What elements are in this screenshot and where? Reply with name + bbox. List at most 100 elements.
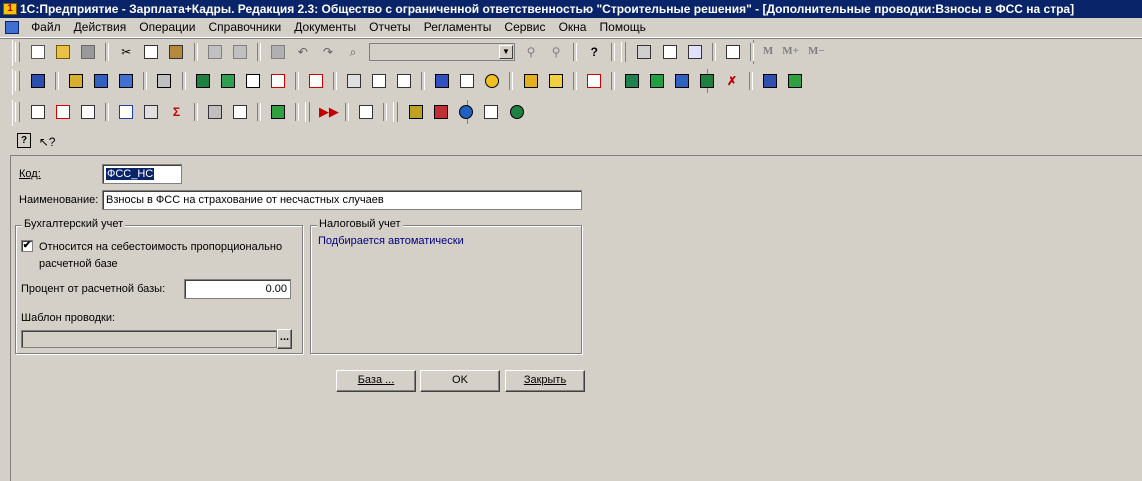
cost-proportional-checkbox[interactable]: ✔ — [21, 240, 33, 252]
person-glasses-icon[interactable] — [483, 72, 501, 90]
toolbar-grip[interactable] — [304, 102, 310, 122]
add-green-icon[interactable] — [648, 72, 666, 90]
list-icon[interactable] — [458, 72, 476, 90]
tools-red-icon[interactable] — [432, 103, 450, 121]
separator — [611, 43, 616, 61]
undo-icon[interactable]: ↶ — [294, 43, 312, 61]
report-page-icon[interactable] — [29, 103, 47, 121]
find-prev-icon[interactable]: ⚲ — [547, 43, 565, 61]
percent-label: Процент от расчетной базы: — [21, 283, 166, 295]
remove-red-icon[interactable]: ✗ — [723, 72, 741, 90]
dismissal-icon[interactable] — [269, 72, 287, 90]
toolbar-grip[interactable] — [621, 42, 627, 62]
edit-document-icon[interactable] — [357, 103, 375, 121]
ok-button[interactable]: OK — [420, 370, 500, 392]
toolbar-standard: ✂ ↶ ↷ ⌕ ▼ ⚲ ⚲ ? M M+ M− — [12, 40, 825, 66]
calendar-icon[interactable] — [661, 43, 679, 61]
sigma-report-icon[interactable]: Σ — [167, 103, 185, 121]
find-next-icon[interactable]: ⚲ — [522, 43, 540, 61]
menu-catalogs[interactable]: Справочники — [203, 18, 286, 37]
table-report-icon[interactable] — [54, 103, 72, 121]
new-document-icon[interactable] — [29, 43, 47, 61]
copy-icon[interactable] — [142, 43, 160, 61]
help-icon[interactable]: ? — [585, 43, 603, 61]
schedule-icon[interactable] — [244, 72, 262, 90]
employees-icon[interactable] — [29, 72, 47, 90]
code-field[interactable]: ФСС_НС — [102, 164, 182, 184]
eraser-icon[interactable] — [761, 72, 779, 90]
table-settings-icon[interactable] — [482, 103, 500, 121]
menu-file[interactable]: Файл — [26, 18, 66, 37]
memory-store-icon[interactable]: M — [763, 45, 773, 57]
book-icon[interactable] — [724, 43, 742, 61]
close-button[interactable]: Закрыть — [505, 370, 585, 392]
journal-icon[interactable] — [433, 72, 451, 90]
menu-help[interactable]: Помощь — [595, 18, 651, 37]
books-stack-icon[interactable] — [269, 103, 287, 121]
individuals-icon[interactable] — [92, 72, 110, 90]
chart-report-icon[interactable] — [79, 103, 97, 121]
pencil-icon[interactable] — [345, 72, 363, 90]
search-combobox[interactable]: ▼ — [369, 43, 515, 61]
menu-windows[interactable]: Окна — [554, 18, 592, 37]
find-icon[interactable]: ⌕ — [344, 43, 362, 61]
menu-reports[interactable]: Отчеты — [364, 18, 415, 37]
books-icon[interactable] — [623, 72, 641, 90]
percent-field[interactable]: 0.00 — [184, 279, 291, 299]
hire-icon[interactable] — [194, 72, 212, 90]
context-help-icon[interactable]: ↖? — [38, 133, 56, 151]
tools-icon[interactable] — [155, 72, 173, 90]
menu-actions[interactable]: Действия — [69, 18, 132, 37]
payment-icon[interactable] — [547, 72, 565, 90]
toolbar-grip[interactable] — [15, 102, 20, 122]
properties-icon[interactable] — [269, 43, 287, 61]
save-icon[interactable] — [79, 43, 97, 61]
template-browse-button[interactable]: ... — [277, 329, 292, 349]
bar-chart-icon[interactable] — [117, 103, 135, 121]
redo-icon[interactable]: ↷ — [319, 43, 337, 61]
document-check-icon[interactable] — [395, 72, 413, 90]
globe-icon[interactable] — [457, 103, 475, 121]
help-book-icon[interactable]: ? — [17, 133, 31, 148]
print-preview-icon[interactable] — [231, 43, 249, 61]
printer-icon[interactable] — [206, 103, 224, 121]
wand-icon[interactable] — [673, 72, 691, 90]
separator — [383, 103, 388, 121]
open-folder-icon[interactable] — [54, 43, 72, 61]
messages-icon[interactable] — [686, 43, 704, 61]
chevron-down-icon[interactable]: ▼ — [499, 45, 513, 59]
briefcase-icon[interactable] — [698, 72, 716, 90]
transfer-icon[interactable] — [219, 72, 237, 90]
departments-icon[interactable] — [117, 72, 135, 90]
print-report-icon[interactable] — [142, 103, 160, 121]
menu-service[interactable]: Сервис — [499, 18, 550, 37]
toolbar-grip[interactable] — [393, 102, 399, 122]
template-field[interactable] — [21, 330, 277, 348]
paste-icon[interactable] — [167, 43, 185, 61]
memory-add-icon[interactable]: M+ — [782, 45, 799, 57]
archive-books-icon[interactable] — [786, 72, 804, 90]
toolbar-grip[interactable] — [15, 71, 20, 91]
cut-icon[interactable]: ✂ — [117, 43, 135, 61]
toolbar-grip[interactable] — [15, 42, 20, 62]
separator — [749, 72, 754, 90]
checklist-icon[interactable] — [370, 72, 388, 90]
print-icon[interactable] — [206, 43, 224, 61]
tax-legend: Налоговый учет — [317, 218, 403, 230]
run-icon[interactable]: ▶▶ — [319, 103, 339, 121]
coins-icon[interactable] — [522, 72, 540, 90]
percent-icon[interactable] — [307, 72, 325, 90]
memory-subtract-icon[interactable]: M− — [808, 45, 825, 57]
form-icon[interactable] — [231, 103, 249, 121]
cancel-document-icon[interactable] — [585, 72, 603, 90]
settings-figure-icon[interactable] — [407, 103, 425, 121]
calculator-icon[interactable] — [635, 43, 653, 61]
menu-regulations[interactable]: Регламенты — [419, 18, 497, 37]
menu-documents[interactable]: Документы — [289, 18, 361, 37]
name-field[interactable]: Взносы в ФСС на страхование от несчастны… — [102, 190, 582, 210]
organization-icon[interactable] — [67, 72, 85, 90]
base-button[interactable]: База ... — [336, 370, 416, 392]
menu-operations[interactable]: Операции — [134, 18, 200, 37]
window-menu-icon[interactable] — [5, 21, 19, 34]
support-icon[interactable] — [508, 103, 526, 121]
